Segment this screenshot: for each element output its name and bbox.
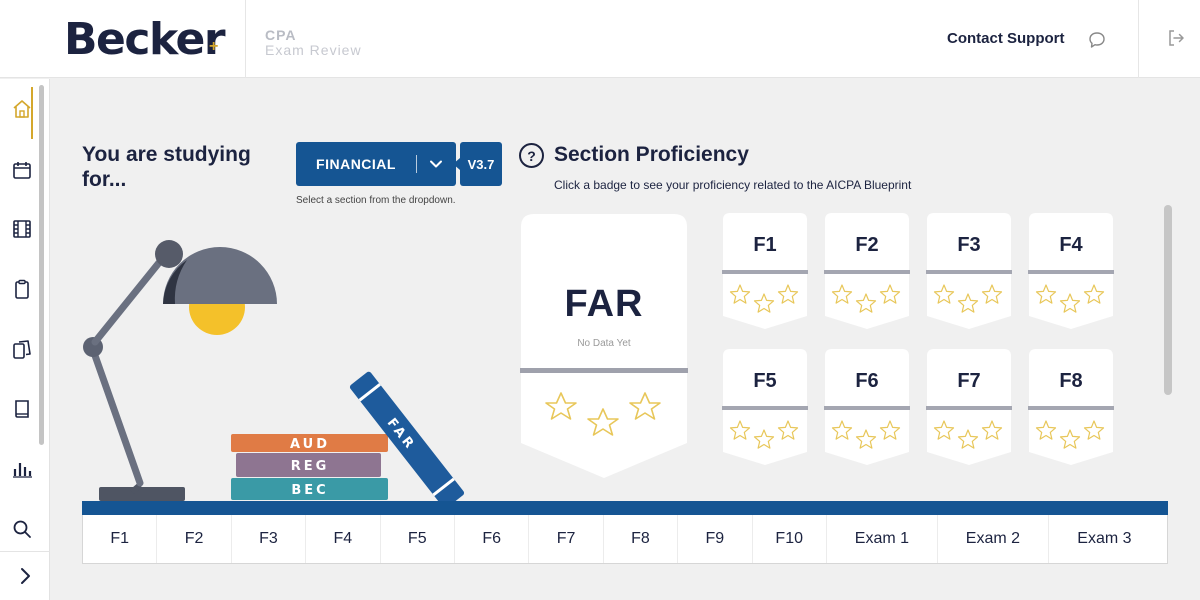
film-icon bbox=[13, 220, 31, 238]
topic-badge-f5[interactable]: F5 bbox=[722, 348, 808, 466]
becker-logo[interactable]: Becker bbox=[64, 14, 226, 65]
sidebar-item-videos[interactable] bbox=[0, 209, 47, 249]
book-bec-label: BEC bbox=[291, 483, 328, 498]
tab-f8[interactable]: F8 bbox=[604, 515, 679, 563]
badge-shape bbox=[926, 213, 1012, 329]
tab-f2[interactable]: F2 bbox=[157, 515, 232, 563]
sidebar-item-search[interactable] bbox=[0, 509, 47, 549]
book-reg-label: REG bbox=[291, 459, 330, 474]
topic-badge-f1[interactable]: F1 bbox=[722, 212, 808, 330]
chat-bubble-icon[interactable] bbox=[1087, 30, 1107, 50]
version-badge: V3.7 bbox=[453, 142, 502, 186]
contact-support-link[interactable]: Contact Support bbox=[947, 30, 1065, 47]
tab-f9[interactable]: F9 bbox=[678, 515, 753, 563]
topic-badge-f3[interactable]: F3 bbox=[926, 212, 1012, 330]
help-icon[interactable]: ? bbox=[519, 143, 544, 168]
chevron-right-icon bbox=[21, 568, 30, 584]
section-proficiency-title: Section Proficiency bbox=[554, 143, 749, 166]
studying-heading-line-1: You are studying bbox=[82, 143, 251, 166]
badge-shape bbox=[722, 349, 808, 465]
logout-icon[interactable] bbox=[1166, 28, 1186, 48]
topic-badge-f8[interactable]: F8 bbox=[1028, 348, 1114, 466]
studying-heading-line-2: for... bbox=[82, 168, 127, 191]
tab-exam-1[interactable]: Exam 1 bbox=[827, 515, 938, 563]
flashcards-icon bbox=[13, 340, 31, 359]
book-aud-label: AUD bbox=[290, 437, 330, 452]
bar-chart-icon bbox=[13, 463, 32, 478]
tab-bar-accent bbox=[82, 501, 1168, 515]
far-section-badge[interactable]: FAR No Data Yet bbox=[520, 213, 688, 479]
header-divider bbox=[1138, 0, 1139, 78]
tab-f7[interactable]: F7 bbox=[529, 515, 604, 563]
calendar-icon bbox=[13, 162, 31, 179]
topic-badge-f4[interactable]: F4 bbox=[1028, 212, 1114, 330]
section-dropdown[interactable]: FINANCIAL bbox=[296, 142, 456, 186]
sidebar-item-flashcards[interactable] bbox=[0, 329, 47, 369]
tab-exam-2[interactable]: Exam 2 bbox=[938, 515, 1049, 563]
sidebar-item-calendar[interactable] bbox=[0, 150, 47, 190]
badge-shape bbox=[1028, 349, 1114, 465]
chevron-down-icon bbox=[417, 156, 455, 172]
clipboard-icon bbox=[15, 279, 29, 299]
topic-badge-f6[interactable]: F6 bbox=[824, 348, 910, 466]
dropdown-hint: Select a section from the dropdown. bbox=[296, 195, 456, 206]
home-icon bbox=[13, 100, 31, 118]
product-line-2: Exam Review bbox=[265, 42, 362, 58]
badge-shape bbox=[1028, 213, 1114, 329]
sidebar-item-tasks[interactable] bbox=[0, 269, 47, 309]
search-icon bbox=[13, 520, 31, 538]
topic-badge-f7[interactable]: F7 bbox=[926, 348, 1012, 466]
sidebar-item-home[interactable] bbox=[0, 89, 47, 129]
topic-badge-label: F2 bbox=[855, 234, 879, 256]
section-dropdown-value: FINANCIAL bbox=[316, 156, 396, 172]
badge-shape bbox=[824, 213, 910, 329]
product-name: CPA Exam Review bbox=[265, 28, 362, 58]
product-line-1: CPA bbox=[265, 27, 297, 43]
tab-f4[interactable]: F4 bbox=[306, 515, 381, 563]
topic-badge-label: F4 bbox=[1059, 234, 1083, 256]
topic-badge-f2[interactable]: F2 bbox=[824, 212, 910, 330]
sidebar-item-ebook[interactable] bbox=[0, 389, 47, 429]
topic-badge-label: F7 bbox=[957, 370, 981, 392]
tab-f5[interactable]: F5 bbox=[381, 515, 455, 563]
topic-badge-label: F3 bbox=[957, 234, 981, 256]
proficiency-scrollbar[interactable] bbox=[1164, 205, 1172, 395]
topic-badge-label: F6 bbox=[855, 370, 879, 392]
tab-f3[interactable]: F3 bbox=[232, 515, 307, 563]
left-sidebar bbox=[0, 79, 50, 600]
tab-exam-3[interactable]: Exam 3 bbox=[1049, 515, 1160, 563]
studying-heading: You are studying for... bbox=[82, 142, 251, 192]
far-badge-label: FAR bbox=[564, 283, 644, 325]
far-badge-status: No Data Yet bbox=[577, 338, 631, 349]
desk-lamp-illustration: AUD REG BEC FAR bbox=[83, 240, 465, 505]
header-divider bbox=[245, 0, 246, 78]
section-tabs: F1 F2 F3 F4 F5 F6 F7 F8 F9 F10 Exam 1 Exam 2 Exam 3 bbox=[82, 515, 1168, 564]
tab-f10[interactable]: F10 bbox=[753, 515, 827, 563]
sidebar-item-performance[interactable] bbox=[0, 449, 47, 489]
book-icon bbox=[15, 400, 29, 418]
top-header: Becker + CPA Exam Review Contact Support bbox=[0, 0, 1200, 78]
badge-shape bbox=[722, 213, 808, 329]
topic-badge-label: F1 bbox=[753, 234, 777, 256]
tab-f6[interactable]: F6 bbox=[455, 515, 530, 563]
sidebar-expand-button[interactable] bbox=[0, 551, 50, 600]
badge-shape bbox=[824, 349, 910, 465]
tab-f1[interactable]: F1 bbox=[83, 515, 158, 563]
topic-badge-label: F5 bbox=[753, 370, 777, 392]
topic-badge-label: F8 bbox=[1059, 370, 1083, 392]
section-proficiency-subtitle: Click a badge to see your proficiency re… bbox=[554, 178, 912, 192]
badge-shape bbox=[926, 349, 1012, 465]
logo-plus-mark: + bbox=[209, 38, 219, 55]
dropdown-separator bbox=[416, 155, 417, 173]
